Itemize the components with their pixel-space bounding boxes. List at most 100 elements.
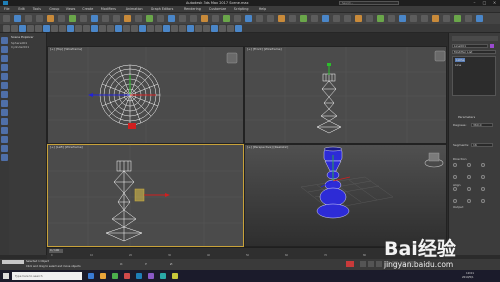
menu-item-9[interactable]: Rendering (184, 6, 201, 13)
left-strip-button[interactable] (1, 154, 8, 161)
object-color-swatch[interactable] (490, 44, 494, 48)
viewport-front[interactable]: [+] [Front] [Wireframe] (244, 46, 447, 144)
parameter-option[interactable] (467, 175, 471, 179)
tb1-tool-icon[interactable] (91, 15, 98, 22)
left-strip-button[interactable] (1, 55, 8, 62)
tb2-tool-icon[interactable] (123, 25, 130, 32)
parameter-option[interactable] (481, 163, 485, 167)
taskbar-app-icon[interactable] (112, 273, 118, 279)
left-strip-button[interactable] (1, 37, 8, 44)
tb2-tool-icon[interactable] (11, 25, 18, 32)
parameter-option[interactable] (481, 187, 485, 191)
left-strip-button[interactable] (1, 46, 8, 53)
tb1-tool-icon[interactable] (289, 15, 296, 22)
tb2-tool-icon[interactable] (75, 25, 82, 32)
degrees-input[interactable]: 360.0 (471, 123, 493, 127)
left-strip-button[interactable] (1, 136, 8, 143)
menu-item-7[interactable]: Animation (126, 6, 143, 13)
tb2-tool-icon[interactable] (163, 25, 170, 32)
menu-item-4[interactable]: Views (66, 6, 76, 13)
taskbar-app-icon[interactable] (100, 273, 106, 279)
tb2-tool-icon[interactable] (99, 25, 106, 32)
tb1-tool-icon[interactable] (201, 15, 208, 22)
left-strip-button[interactable] (1, 127, 8, 134)
tb2-tool-icon[interactable] (203, 25, 210, 32)
tb1-tool-icon[interactable] (135, 15, 142, 22)
tb2-tool-icon[interactable] (139, 25, 146, 32)
tb1-tool-icon[interactable] (322, 15, 329, 22)
tb1-tool-icon[interactable] (124, 15, 131, 22)
menu-item-3[interactable]: Group (49, 6, 59, 13)
tb2-tool-icon[interactable] (131, 25, 138, 32)
tb1-tool-icon[interactable] (223, 15, 230, 22)
tb1-tool-icon[interactable] (179, 15, 186, 22)
tb1-tool-icon[interactable] (3, 15, 10, 22)
parameter-option[interactable] (453, 175, 457, 179)
modifier-stack[interactable]: Lathe Line (452, 56, 496, 96)
tb2-tool-icon[interactable] (171, 25, 178, 32)
tb2-tool-icon[interactable] (19, 25, 26, 32)
tb2-tool-icon[interactable] (27, 25, 34, 32)
tb1-tool-icon[interactable] (58, 15, 65, 22)
menu-item-8[interactable]: Graph Editors (151, 6, 174, 13)
tb1-tool-icon[interactable] (377, 15, 384, 22)
menu-item-5[interactable]: Create (82, 6, 93, 13)
menu-item-10[interactable]: Customize (209, 6, 226, 13)
tb2-tool-icon[interactable] (219, 25, 226, 32)
tb1-tool-icon[interactable] (333, 15, 340, 22)
taskbar-app-icon[interactable] (160, 273, 166, 279)
menu-item-1[interactable]: Edit (18, 6, 24, 13)
taskbar-app-icon[interactable] (148, 273, 154, 279)
tb2-tool-icon[interactable] (179, 25, 186, 32)
stack-item-1[interactable]: Line (455, 63, 461, 67)
tb1-tool-icon[interactable] (157, 15, 164, 22)
viewport-perspective[interactable]: [+] [Perspective] [Realistic] (244, 144, 447, 247)
left-strip-button[interactable] (1, 118, 8, 125)
tb2-tool-icon[interactable] (3, 25, 10, 32)
tb1-tool-icon[interactable] (300, 15, 307, 22)
tb1-tool-icon[interactable] (355, 15, 362, 22)
taskbar-search[interactable]: Type here to search (12, 272, 82, 280)
tb1-tool-icon[interactable] (80, 15, 87, 22)
tb1-tool-icon[interactable] (14, 15, 21, 22)
parameter-option[interactable] (467, 187, 471, 191)
tb2-tool-icon[interactable] (51, 25, 58, 32)
menu-item-2[interactable]: Tools (33, 6, 41, 13)
tb1-tool-icon[interactable] (465, 15, 472, 22)
tb1-tool-icon[interactable] (366, 15, 373, 22)
parameter-option[interactable] (453, 187, 457, 191)
parameter-option[interactable] (481, 175, 485, 179)
tb1-tool-icon[interactable] (267, 15, 274, 22)
viewport-top[interactable]: [+] [Top] [Wireframe] (47, 46, 244, 144)
playback-button[interactable] (368, 261, 374, 267)
tb1-tool-icon[interactable] (113, 15, 120, 22)
tb2-tool-icon[interactable] (115, 25, 122, 32)
taskbar-app-icon[interactable] (88, 273, 94, 279)
tb1-tool-icon[interactable] (399, 15, 406, 22)
left-strip-button[interactable] (1, 91, 8, 98)
tb2-tool-icon[interactable] (91, 25, 98, 32)
search-input[interactable]: Search... (339, 1, 399, 5)
tb2-tool-icon[interactable] (227, 25, 234, 32)
left-strip-button[interactable] (1, 100, 8, 107)
tb1-tool-icon[interactable] (36, 15, 43, 22)
tb1-tool-icon[interactable] (388, 15, 395, 22)
tb1-tool-icon[interactable] (311, 15, 318, 22)
stack-item-0[interactable]: Lathe (455, 58, 466, 62)
tb2-tool-icon[interactable] (155, 25, 162, 32)
tb1-tool-icon[interactable] (146, 15, 153, 22)
tb1-tool-icon[interactable] (344, 15, 351, 22)
playback-button[interactable] (376, 261, 382, 267)
tb2-tool-icon[interactable] (187, 25, 194, 32)
parameter-option[interactable] (467, 199, 471, 203)
tb1-tool-icon[interactable] (168, 15, 175, 22)
modifier-list-dropdown[interactable]: Modifier List (452, 50, 496, 54)
parameter-option[interactable] (467, 163, 471, 167)
parameter-option[interactable] (481, 199, 485, 203)
tb2-tool-icon[interactable] (147, 25, 154, 32)
menu-item-6[interactable]: Modifiers (101, 6, 116, 13)
left-strip-button[interactable] (1, 82, 8, 89)
tb1-tool-icon[interactable] (454, 15, 461, 22)
tb2-tool-icon[interactable] (43, 25, 50, 32)
command-panel-tabs[interactable] (452, 36, 498, 41)
